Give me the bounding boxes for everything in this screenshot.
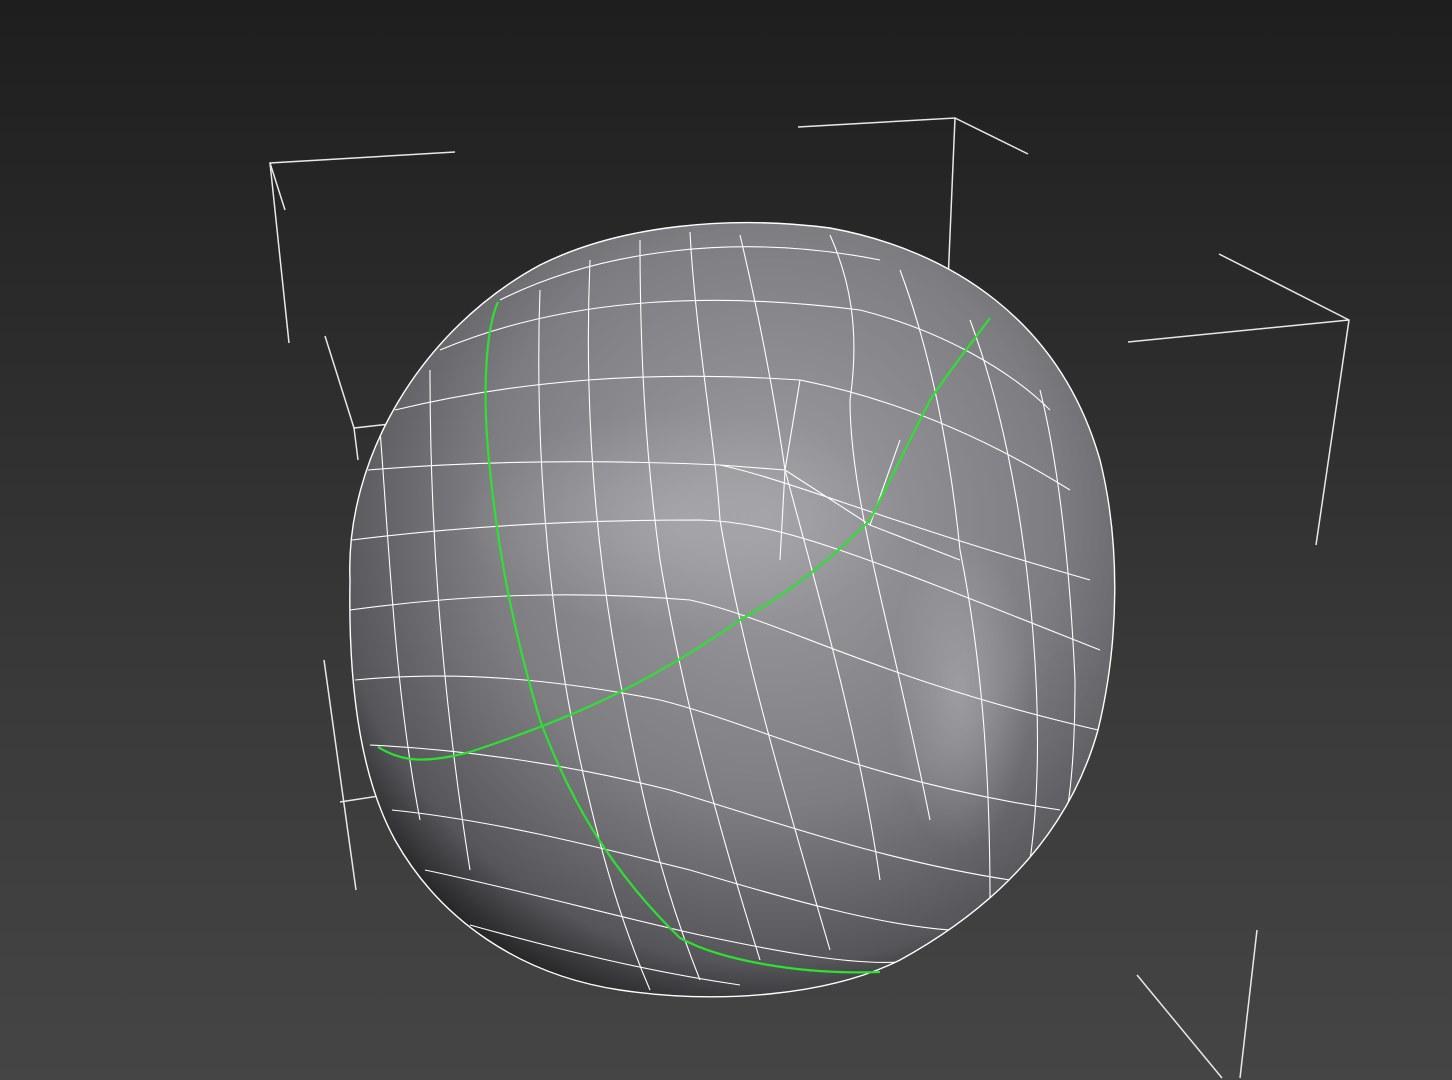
viewport-perspective[interactable]	[0, 0, 1452, 1080]
viewport-canvas[interactable]	[0, 0, 1452, 1080]
sphere-mesh[interactable]	[349, 221, 1116, 998]
